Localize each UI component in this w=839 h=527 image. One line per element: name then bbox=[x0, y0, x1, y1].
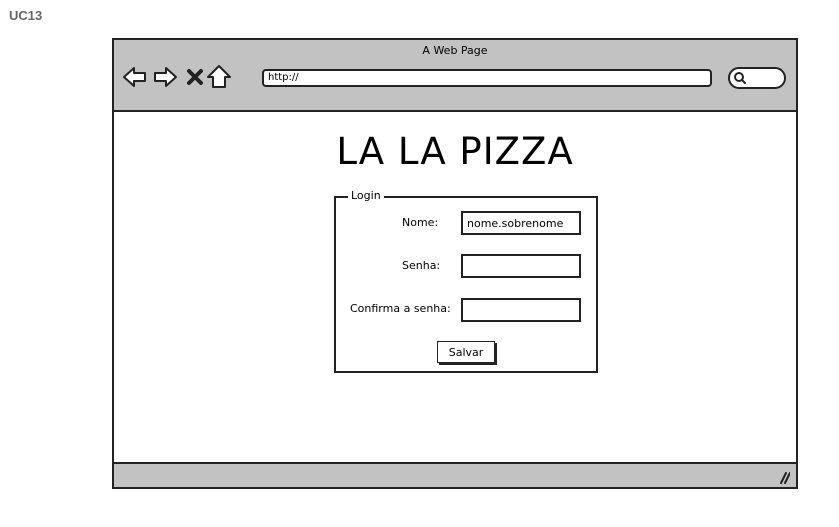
home-button[interactable] bbox=[206, 64, 232, 90]
home-icon bbox=[207, 65, 231, 88]
browser-titlebar: A Web Page http:// bbox=[114, 40, 796, 112]
browser-window: A Web Page http:// LA LA PIZZA Login Nom… bbox=[112, 38, 798, 489]
window-title: A Web Page bbox=[422, 44, 488, 57]
resize-grip-icon[interactable] bbox=[776, 470, 790, 484]
back-arrow-icon bbox=[123, 67, 146, 87]
forward-button[interactable] bbox=[152, 64, 178, 90]
fieldset-legend: Login bbox=[348, 189, 384, 202]
brand-title: LA LA PIZZA bbox=[336, 130, 574, 173]
senha-input[interactable] bbox=[461, 254, 581, 278]
login-fieldset: Login Nome: Senha: Confirma a senha: Sal… bbox=[334, 189, 598, 373]
salvar-button[interactable]: Salvar bbox=[437, 341, 495, 363]
search-icon bbox=[734, 72, 746, 84]
browser-statusbar bbox=[114, 462, 796, 487]
label-senha: Senha: bbox=[402, 259, 441, 272]
confirma-senha-input[interactable] bbox=[461, 298, 581, 322]
stop-button[interactable] bbox=[182, 64, 208, 90]
usecase-label: UC13 bbox=[9, 8, 43, 23]
label-nome: Nome: bbox=[402, 216, 439, 229]
nome-input[interactable] bbox=[461, 211, 581, 235]
search-button[interactable] bbox=[728, 67, 786, 89]
close-x-icon bbox=[187, 69, 203, 85]
address-bar[interactable]: http:// bbox=[262, 69, 712, 87]
forward-arrow-icon bbox=[154, 67, 177, 87]
label-confirma-senha: Confirma a senha: bbox=[350, 302, 451, 315]
back-button[interactable] bbox=[122, 64, 148, 90]
